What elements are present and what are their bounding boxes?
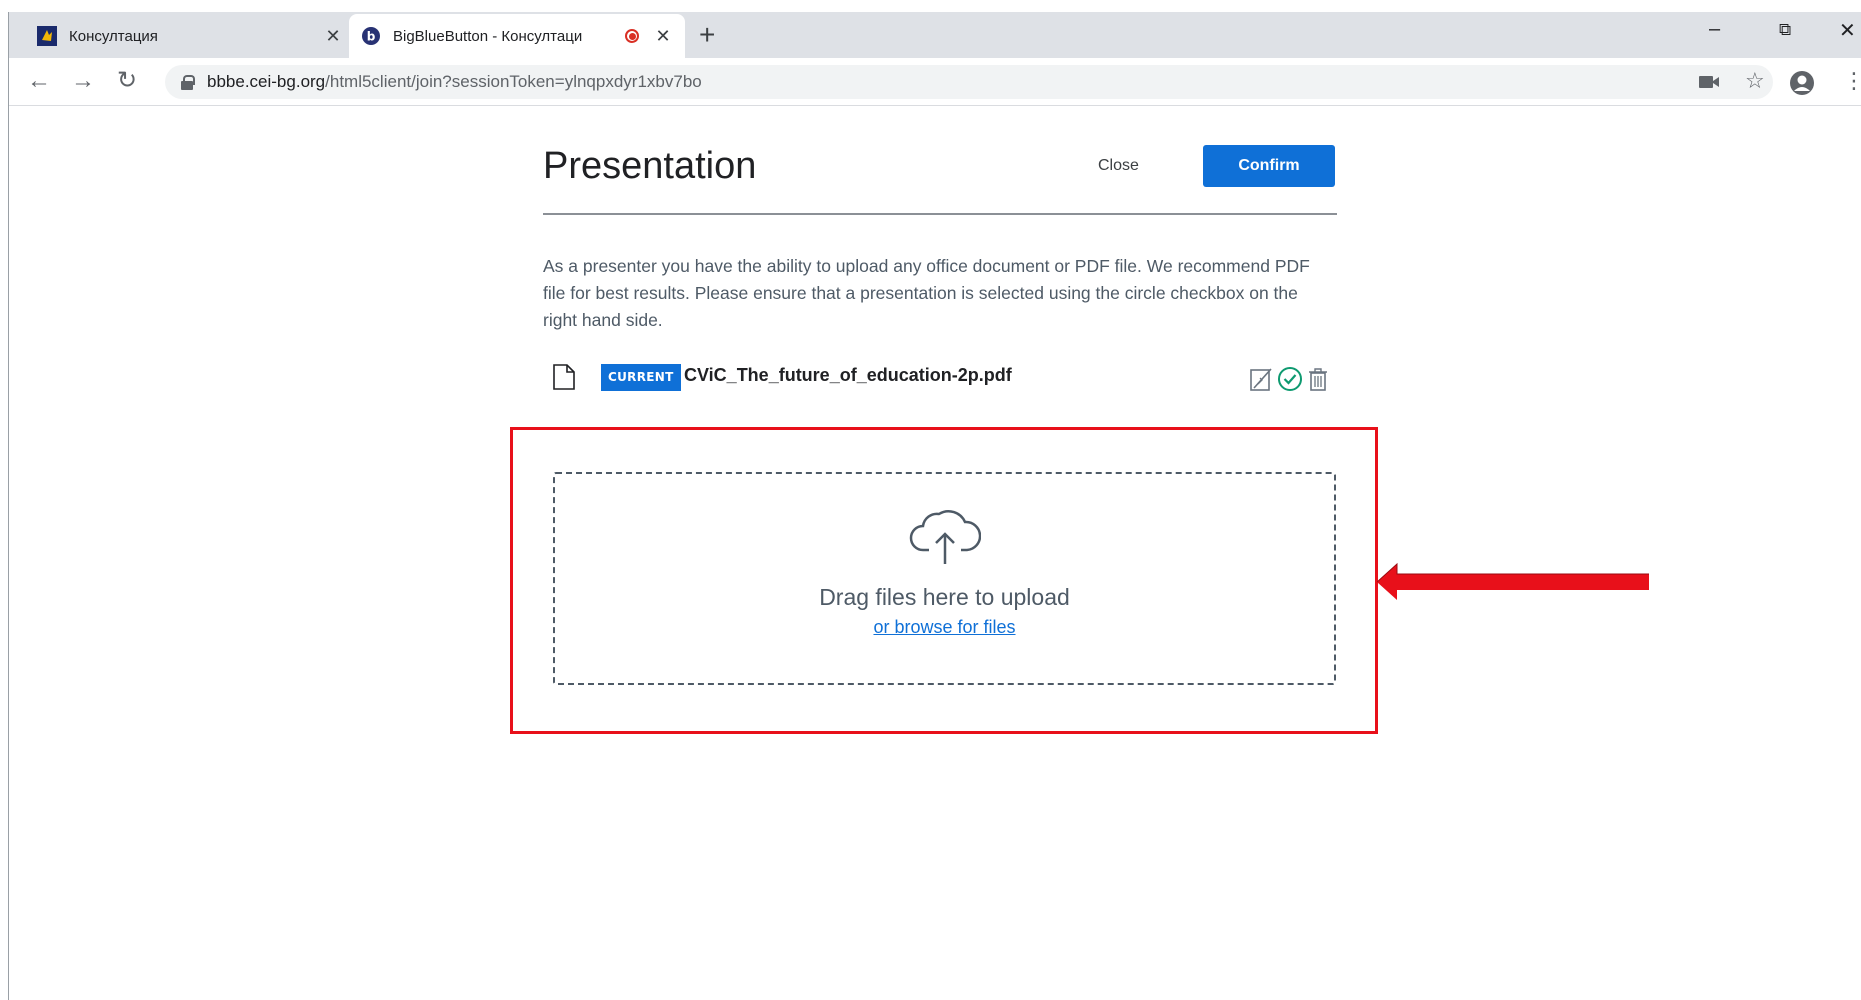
- site-favicon-icon: [37, 26, 57, 46]
- restore-icon[interactable]: ⧉: [1779, 20, 1791, 40]
- tab-title: Консултация: [69, 27, 158, 45]
- menu-kebab-icon[interactable]: ⋮: [1843, 68, 1861, 94]
- set-current-check-icon[interactable]: [1277, 366, 1303, 392]
- recording-indicator-icon: [625, 29, 639, 43]
- trash-icon[interactable]: [1305, 366, 1331, 392]
- address-bar[interactable]: bbbe.cei-bg.org /html5client/join?sessio…: [165, 65, 1773, 99]
- reload-icon[interactable]: ↻: [117, 68, 137, 94]
- download-toggle-icon[interactable]: [1249, 366, 1275, 392]
- confirm-button[interactable]: Confirm: [1203, 145, 1335, 187]
- back-icon[interactable]: ←: [27, 68, 51, 94]
- new-tab-button[interactable]: +: [699, 20, 715, 50]
- presentation-modal: Presentation Close Confirm As a presente…: [543, 135, 1337, 400]
- browser-toolbar: ← → ↻ bbbe.cei-bg.org /html5client/join?…: [9, 58, 1861, 106]
- dropzone-primary-text: Drag files here to upload: [819, 584, 1070, 610]
- file-list-item: CURRENT CViC_The_future_of_education-2p.…: [543, 360, 1337, 400]
- tab-close-icon[interactable]: ✕: [323, 26, 343, 47]
- current-badge: CURRENT: [601, 364, 681, 391]
- tab-close-icon[interactable]: ✕: [653, 26, 673, 47]
- url-host: bbbe.cei-bg.org: [207, 72, 326, 91]
- tab-bigbluebutton[interactable]: b BigBlueButton - Консултаци ✕: [349, 14, 685, 58]
- file-actions: [1249, 366, 1331, 392]
- file-icon: [553, 364, 575, 390]
- window-close-icon[interactable]: ✕: [1839, 18, 1856, 43]
- bookmark-star-icon[interactable]: ☆: [1745, 68, 1765, 94]
- svg-text:b: b: [367, 30, 376, 44]
- profile-avatar-icon[interactable]: [1789, 70, 1815, 96]
- minimize-icon[interactable]: –: [1709, 18, 1720, 41]
- modal-description: As a presenter you have the ability to u…: [543, 256, 1310, 330]
- file-dropzone[interactable]: Drag files here to upload or browse for …: [553, 472, 1336, 685]
- tab-strip: Консултация ✕ b BigBlueButton - Консулта…: [9, 12, 1861, 58]
- tab-konsultacia[interactable]: Консултация ✕: [25, 14, 355, 58]
- bigbluebutton-favicon-icon: b: [362, 27, 380, 45]
- annotation-arrow-icon: [1377, 562, 1649, 600]
- modal-title: Presentation: [543, 145, 757, 187]
- tab-title: BigBlueButton - Консултаци: [393, 27, 583, 45]
- url-path: /html5client/join?sessionToken=ylnqpxdyr…: [325, 72, 702, 91]
- forward-icon[interactable]: →: [71, 68, 95, 94]
- lock-icon: [181, 75, 195, 90]
- modal-header: Presentation Close Confirm: [543, 135, 1337, 215]
- browse-files-link[interactable]: or browse for files: [873, 617, 1015, 638]
- file-name: CViC_The_future_of_education-2p.pdf: [684, 365, 1012, 385]
- cloud-upload-icon: [909, 510, 981, 564]
- camera-icon[interactable]: [1699, 74, 1721, 90]
- close-button[interactable]: Close: [1098, 157, 1139, 175]
